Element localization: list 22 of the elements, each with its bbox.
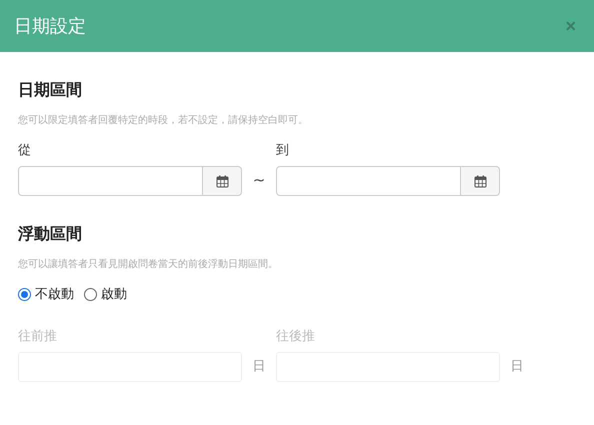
field-label: 往後推 [276, 328, 316, 345]
field-label: 往前推 [18, 328, 58, 345]
section-title: 浮動區間 [18, 224, 83, 245]
calendar-icon [474, 174, 486, 188]
radio-button[interactable] [84, 288, 97, 300]
section-title: 日期區間 [18, 80, 83, 101]
calendar-button[interactable] [461, 166, 500, 196]
calendar-icon [216, 174, 228, 188]
calendar-button[interactable] [203, 166, 242, 196]
dialog-title: 日期設定 [14, 15, 86, 38]
field-label: 從 [18, 142, 32, 159]
date-field[interactable] [18, 166, 203, 196]
unit-label: 日 [252, 358, 266, 375]
unit-label: 日 [510, 358, 524, 375]
radio-label[interactable]: 啟動 [101, 285, 127, 303]
section-description: 您可以限定填答者回覆特定的時段，若不設定，請保持空白即可。 [18, 114, 309, 127]
field-label: 到 [276, 142, 290, 159]
radio-button[interactable] [18, 288, 31, 300]
date-field[interactable] [276, 166, 461, 196]
section-description: 您可以讓填答者只看見開啟問卷當天的前後浮動日期區間。 [18, 258, 279, 271]
radio-label[interactable]: 不啟動 [35, 285, 74, 303]
range-separator: ~ [252, 171, 266, 189]
